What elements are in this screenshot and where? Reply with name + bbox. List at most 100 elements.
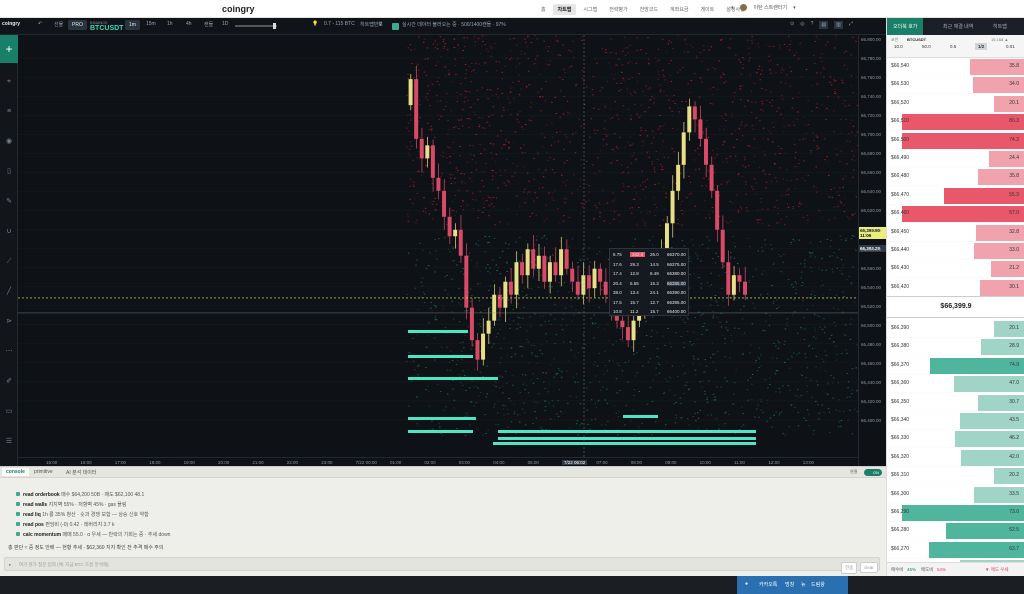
pencil-icon[interactable]: ✎ (4, 197, 14, 207)
pitchfork-icon[interactable]: ⋗ (4, 317, 14, 327)
undo-icon[interactable]: ↶ (38, 21, 42, 27)
console-toggle[interactable]: ON (864, 469, 882, 476)
taskbar-item-3[interactable]: 뉴 (801, 581, 806, 588)
brand-logo[interactable]: coingry (222, 4, 255, 14)
nav-item-1[interactable]: 차트맵 (552, 4, 577, 15)
bid-row[interactable]: $66,280 52.5 (887, 522, 1024, 541)
nav-item-6[interactable]: 게이트 (695, 4, 719, 15)
timeframe-1h[interactable]: 1h (167, 21, 173, 27)
chevron-down-icon[interactable]: ▾ (793, 5, 796, 11)
brush-icon[interactable]: ✐ (4, 377, 14, 387)
time-axis[interactable]: 15:00 16:00 17:00 18:00 19:00 20:00 21:00 22:00… (18, 457, 858, 466)
toolbar-logo[interactable]: coingry (2, 21, 20, 27)
pro-badge[interactable]: PRO (68, 20, 87, 30)
taskbar-item-kakaotalk[interactable]: 카카오톡 (759, 581, 777, 588)
bid-row[interactable]: $66,340 43.5 (887, 412, 1024, 430)
crosshair-icon[interactable]: ⌖ (4, 77, 14, 87)
lock-icon[interactable]: ▯ (4, 167, 14, 177)
magnet-icon[interactable]: ∪ (4, 227, 14, 237)
ask-row[interactable]: $66,450 32.8 (887, 224, 1024, 242)
camera-icon[interactable]: ⊙ (790, 21, 794, 29)
ask-row[interactable]: $66,540 35.8 (887, 58, 1024, 76)
ask-row[interactable]: $66,520 20.1 (887, 95, 1024, 113)
ask-row[interactable]: $66,470 55.3 (887, 187, 1024, 205)
bid-row[interactable]: $66,310 20.2 (887, 467, 1024, 486)
taskbar-item-2[interactable]: 멍칭 (785, 581, 794, 588)
nav-item-3[interactable]: 전략평가 (604, 4, 632, 15)
scale-option[interactable]: 50.0 (919, 43, 934, 50)
lightbulb-icon[interactable]: 💡 (312, 21, 318, 27)
tab-orderbook[interactable]: 오더북 호가 (887, 18, 924, 35)
help-icon[interactable]: ? (811, 21, 814, 29)
timeframe-4h[interactable]: 4h (186, 21, 192, 27)
tab-console[interactable]: console (2, 468, 29, 476)
ask-row[interactable]: $66,440 33.0 (887, 242, 1024, 260)
avatar[interactable] (740, 4, 748, 11)
timeframe-15m[interactable]: 15m (146, 21, 156, 27)
eye-icon[interactable]: ◎ (800, 21, 804, 29)
fullscreen-icon[interactable]: ⤢ (849, 21, 853, 29)
bid-row[interactable]: $66,330 46.2 (887, 430, 1024, 449)
bid-row[interactable]: $66,290 73.0 (887, 504, 1024, 522)
indicator-button[interactable]: 캔들 (204, 21, 213, 28)
scale-option[interactable]: 1/2 (975, 43, 988, 50)
trendline-icon[interactable]: ╱ (4, 287, 14, 297)
bid-row[interactable]: $66,360 47.0 (887, 375, 1024, 394)
bid-row[interactable]: $66,270 63.7 (887, 541, 1024, 559)
ask-row[interactable]: $66,530 34.0 (887, 76, 1024, 95)
bid-row[interactable]: $66,390 20.1 (887, 320, 1024, 338)
ask-row[interactable]: $66,420 30.1 (887, 279, 1024, 297)
tab-recent-trades[interactable]: 최근 체결 내역 (943, 23, 973, 30)
eye-tool-icon[interactable]: ◉ (4, 137, 14, 147)
layout-a-icon[interactable]: ▤ (819, 21, 829, 29)
layers-icon[interactable]: ▭ (4, 407, 14, 417)
chart-canvas[interactable] (18, 35, 858, 457)
price-axis[interactable]: 66,399.90 11:06 66,393.29 66,800.00 66,780… (858, 35, 887, 466)
settings-icon[interactable]: ⚙ (378, 21, 382, 27)
send-button[interactable]: 전송 (841, 562, 858, 574)
timeframe-1m[interactable]: 1m (125, 20, 140, 30)
nav-item-0[interactable]: 홈 (536, 4, 551, 15)
ask-row[interactable]: $66,460 57.0 (887, 205, 1024, 224)
scale-option[interactable]: 0.5 (947, 43, 959, 50)
apple-icon[interactable]: ● (745, 581, 748, 587)
opacity-slider[interactable] (235, 23, 277, 29)
console-input[interactable]: ▸ 여기 뭔가 질문 입력 (예: 지금 BTC 흐름 분석해) 전송 clea… (4, 557, 880, 574)
bid-row[interactable]: $66,370 74.9 (887, 357, 1024, 375)
heat-cell (497, 291, 500, 293)
scale-option[interactable]: 0.01 (1003, 43, 1018, 50)
tab-heatmap[interactable]: 히트맵 (993, 23, 1007, 30)
bid-row[interactable]: $66,350 30.7 (887, 394, 1024, 412)
tab-ai-data[interactable]: AI 분석 데이터 (66, 469, 97, 476)
text-icon[interactable]: ≡ (4, 107, 14, 117)
nav-item-5[interactable]: 계좌요금 (665, 4, 693, 15)
layout-b-icon[interactable]: ▥ (834, 21, 843, 29)
checkbox-icon[interactable] (392, 23, 399, 30)
nav-item-2[interactable]: 시그맵 (578, 4, 602, 15)
ask-row[interactable]: $66,430 21.2 (887, 260, 1024, 279)
theme-toggle-icon[interactable]: ☀ (730, 5, 734, 11)
ask-row[interactable]: $66,480 35.8 (887, 168, 1024, 187)
add-icon[interactable]: + (0, 35, 18, 63)
ask-row[interactable]: $66,500 74.3 (887, 132, 1024, 150)
bid-row[interactable]: $66,380 28.9 (887, 338, 1024, 357)
ask-row[interactable]: $66,510 80.3 (887, 113, 1024, 132)
price-chart[interactable]: 6.75 342.0 26.0 66370.00 17.6 29.3 14.5 66375.0… (18, 35, 858, 457)
nav-item-4[interactable]: 전망코드 (635, 4, 663, 15)
bid-row[interactable]: $66,300 33.5 (887, 486, 1024, 504)
chart-type-button[interactable]: 1D (222, 21, 228, 27)
futures-label[interactable]: 선물 (54, 21, 63, 28)
ruler-icon[interactable]: ⟋ (4, 257, 14, 267)
ask-row[interactable]: $66,490 24.4 (887, 150, 1024, 168)
bid-row[interactable]: $66,320 42.0 (887, 449, 1024, 467)
measure-icon[interactable]: ⋯ (4, 347, 14, 357)
symbol-selector[interactable]: BTCUSDT (90, 25, 123, 32)
clear-button[interactable]: clear (860, 562, 878, 573)
scale-option[interactable]: 10.0 (891, 43, 906, 50)
taskbar-app-group[interactable]: ● 카카오톡 멍칭 뉴 드림왕 (737, 576, 848, 594)
trash-icon[interactable]: ☰ (4, 437, 14, 447)
taskbar-item-4[interactable]: 드림왕 (811, 581, 825, 588)
user-menu[interactable]: 이탄 스트랜터기 (753, 4, 787, 11)
tab-primitive[interactable]: primitive (34, 469, 53, 475)
price-range-chip[interactable]: 0.7 - 115 BTC (324, 21, 355, 27)
